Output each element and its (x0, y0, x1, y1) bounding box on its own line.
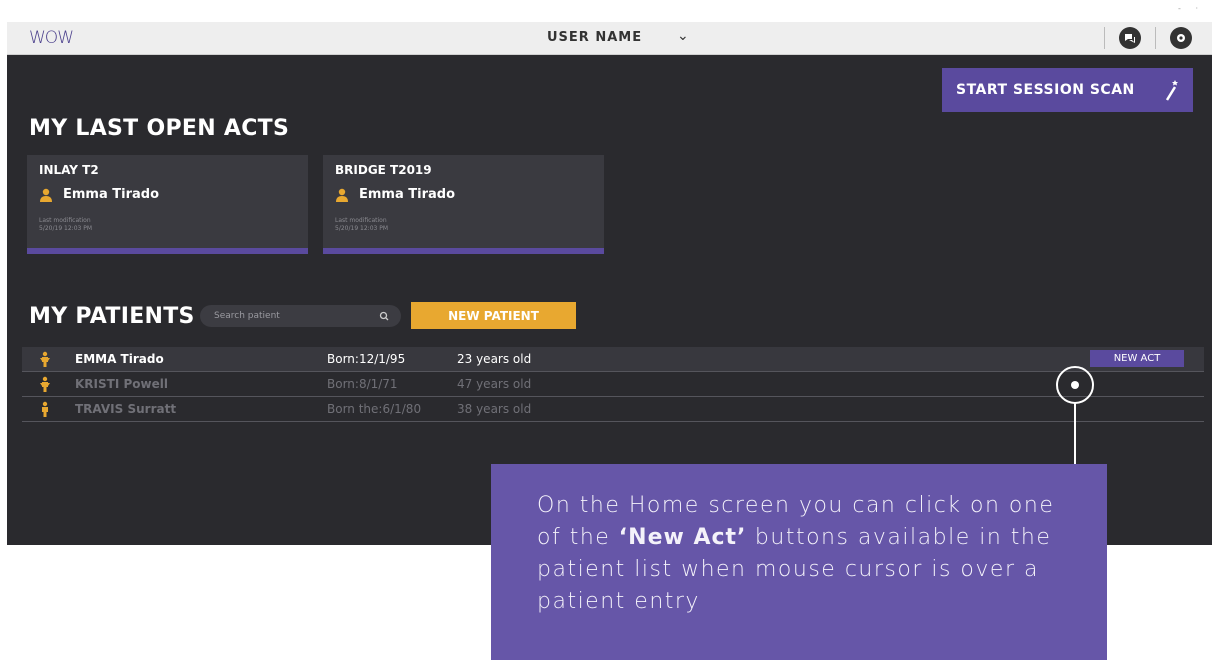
act-modified: Last modification 5/20/19 12:03 PM (335, 217, 388, 233)
chevron-down-icon[interactable]: ⌄ (677, 28, 689, 44)
act-title: BRIDGE T2019 (335, 163, 432, 177)
mod-label: Last modification (39, 217, 91, 224)
act-patient: Emma Tirado (39, 187, 159, 202)
patient-name: KRISTI Powell (75, 377, 168, 391)
patient-age: 23 years old (457, 352, 532, 366)
callout-pointer-dot (1071, 381, 1079, 389)
person-icon (40, 351, 50, 367)
person-icon (40, 376, 50, 392)
mod-date: 5/20/19 12:03 PM (335, 225, 389, 232)
top-icons (1090, 26, 1192, 50)
patient-age: 38 years old (457, 402, 532, 416)
act-card[interactable]: BRIDGE T2019 Emma Tirado Last modificati… (323, 155, 604, 254)
act-patient-name: Emma Tirado (63, 187, 160, 202)
user-icon (336, 188, 348, 202)
patient-born: Born:8/1/71 (327, 377, 398, 391)
act-card[interactable]: INLAY T2 Emma Tirado Last modification 5… (27, 155, 308, 254)
divider (1155, 27, 1156, 49)
patient-name: EMMA Tirado (75, 352, 164, 366)
act-patient: Emma Tirado (335, 187, 455, 202)
patient-born: Born:12/1/95 (327, 352, 406, 366)
search-icon[interactable] (379, 311, 389, 321)
search-input[interactable] (212, 310, 379, 322)
start-session-label: START SESSION SCAN (956, 82, 1135, 98)
gear-icon[interactable] (1170, 27, 1192, 49)
new-act-button[interactable]: NEW ACT (1090, 350, 1184, 367)
patient-born: Born the:6/1/80 (327, 402, 422, 416)
patient-row[interactable]: EMMA Tirado Born:12/1/95 23 years old NE… (22, 347, 1204, 372)
start-session-scan-button[interactable]: START SESSION SCAN (942, 68, 1193, 112)
last-acts-title: MY LAST OPEN ACTS (29, 116, 290, 141)
callout-connector (1074, 403, 1076, 464)
divider (1104, 27, 1105, 49)
patient-search[interactable] (200, 305, 401, 327)
patient-row[interactable]: KRISTI Powell Born:8/1/71 47 years old (22, 372, 1204, 397)
user-menu[interactable]: USER NAME (547, 30, 642, 45)
mod-label: Last modification (335, 217, 387, 224)
chat-icon[interactable] (1119, 27, 1141, 49)
window-dots: - · (1178, 4, 1204, 13)
act-modified: Last modification 5/20/19 12:03 PM (39, 217, 92, 233)
mod-date: 5/20/19 12:03 PM (39, 225, 93, 232)
patients-title: MY PATIENTS (29, 304, 195, 329)
callout-text: On the Home screen you can click on one … (537, 490, 1077, 618)
callout-box: On the Home screen you can click on one … (491, 464, 1107, 660)
callout-text-bold: ‘New Act’ (618, 525, 747, 550)
magic-wand-icon (1161, 78, 1181, 106)
user-icon (40, 188, 52, 202)
act-patient-name: Emma Tirado (359, 187, 456, 202)
person-icon (42, 401, 48, 417)
new-patient-button[interactable]: NEW PATIENT (411, 302, 576, 329)
patient-row[interactable]: TRAVIS Surratt Born the:6/1/80 38 years … (22, 397, 1204, 422)
top-bar: WOW USER NAME ⌄ (7, 22, 1212, 55)
patient-name: TRAVIS Surratt (75, 402, 177, 416)
patient-age: 47 years old (457, 377, 532, 391)
act-title: INLAY T2 (39, 163, 99, 177)
app-logo: WOW (29, 28, 74, 48)
